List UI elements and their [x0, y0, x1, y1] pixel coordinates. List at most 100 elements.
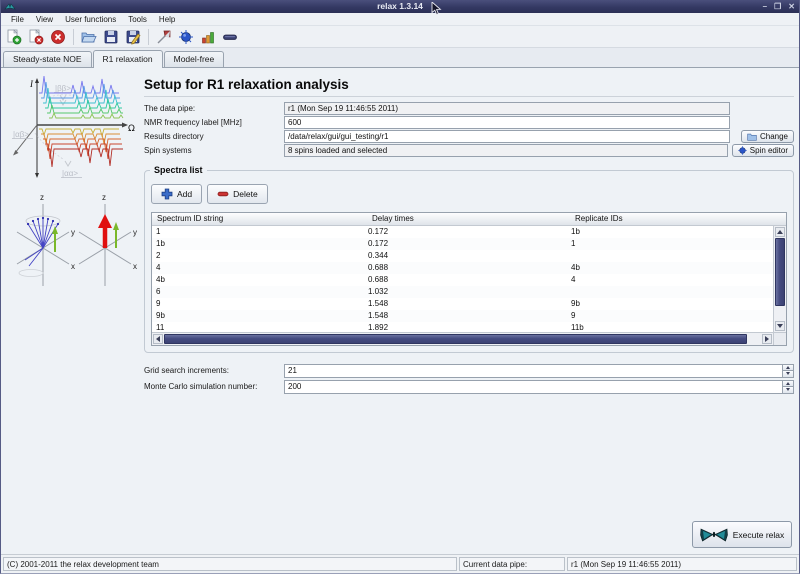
scroll-left-button[interactable]	[153, 334, 163, 344]
cell-delay-time[interactable]: 0.344	[364, 250, 567, 262]
data-pipe-label: The data pipe:	[144, 104, 284, 113]
cell-replicate-id[interactable]: 11b	[567, 322, 773, 332]
cell-replicate-id[interactable]: 1b	[567, 226, 773, 238]
spin-down-button[interactable]	[782, 387, 794, 394]
toolbar	[1, 26, 799, 48]
page-title: Setup for R1 relaxation analysis	[144, 77, 794, 97]
cell-replicate-id[interactable]: 4	[567, 274, 773, 286]
cell-delay-time[interactable]: 1.548	[364, 310, 567, 322]
cell-spectrum-id[interactable]: 1	[152, 226, 364, 238]
spin-viewer-icon[interactable]	[176, 27, 196, 47]
grid-search-input[interactable]	[284, 364, 782, 378]
results-directory-input[interactable]	[284, 130, 730, 143]
execute-relax-button[interactable]: Execute relax	[692, 521, 792, 548]
cell-delay-time[interactable]: 1.892	[364, 322, 567, 332]
cell-spectrum-id[interactable]: 4	[152, 262, 364, 274]
cell-spectrum-id[interactable]: 9b	[152, 310, 364, 322]
table-row[interactable]: 1 0.172 1b	[152, 226, 773, 238]
pipe-editor-icon[interactable]	[220, 27, 240, 47]
column-spectrum-id[interactable]: Spectrum ID string	[152, 213, 367, 225]
exit-icon[interactable]	[48, 27, 68, 47]
cell-replicate-id[interactable]	[567, 250, 773, 262]
table-row[interactable]: 9b 1.548 9	[152, 310, 773, 322]
sidebar: I Ω |ββ> |αβ> |αα>	[1, 68, 144, 554]
cell-replicate-id[interactable]: 1	[567, 238, 773, 250]
table-row[interactable]: 1b 0.172 1	[152, 238, 773, 250]
menu-user-functions[interactable]: User functions	[59, 13, 122, 26]
monte-carlo-input[interactable]	[284, 380, 782, 394]
cell-spectrum-id[interactable]: 6	[152, 286, 364, 298]
cell-delay-time[interactable]: 1.032	[364, 286, 567, 298]
grid-search-spinner[interactable]	[782, 364, 794, 378]
table-row[interactable]: 6 1.032	[152, 286, 773, 298]
cell-replicate-id[interactable]: 9b	[567, 298, 773, 310]
plus-icon	[161, 188, 173, 200]
spectra-table-header: Spectrum ID string Delay times Replicate…	[152, 213, 786, 226]
table-row[interactable]: 4b 0.688 4	[152, 274, 773, 286]
current-pipe-value: r1 (Mon Sep 19 11:46:55 2011)	[567, 557, 797, 571]
spectra-list-group: Spectra list Add Delete	[144, 170, 794, 353]
cell-delay-time[interactable]: 0.688	[364, 262, 567, 274]
cell-delay-time[interactable]: 0.688	[364, 274, 567, 286]
column-replicate-ids[interactable]: Replicate IDs	[570, 213, 786, 225]
axis-y-label: y	[71, 228, 75, 237]
cell-delay-time[interactable]: 0.172	[364, 226, 567, 238]
menu-tools[interactable]: Tools	[122, 13, 153, 26]
cell-replicate-id[interactable]: 9	[567, 310, 773, 322]
minimize-button[interactable]: –	[763, 0, 767, 13]
state-label-bb: |ββ>	[55, 84, 71, 93]
open-state-icon[interactable]	[79, 27, 99, 47]
tab-model-free[interactable]: Model-free	[164, 51, 225, 67]
delete-button[interactable]: Delete	[207, 184, 268, 204]
cell-spectrum-id[interactable]: 2	[152, 250, 364, 262]
menu-help[interactable]: Help	[153, 13, 181, 26]
close-button[interactable]: ✕	[788, 0, 795, 13]
cell-spectrum-id[interactable]: 4b	[152, 274, 364, 286]
scroll-right-button[interactable]	[762, 334, 772, 344]
table-row[interactable]: 9 1.548 9b	[152, 298, 773, 310]
save-as-icon[interactable]	[123, 27, 143, 47]
tab-steady-state-noe[interactable]: Steady-state NOE	[3, 51, 92, 67]
menubar: File View User functions Tools Help	[1, 13, 799, 26]
horizontal-scrollbar[interactable]	[152, 332, 773, 345]
relax-prompt-icon[interactable]	[154, 27, 174, 47]
spin-editor-button[interactable]: Spin editor	[732, 144, 794, 157]
horizontal-scroll-thumb[interactable]	[164, 334, 747, 344]
table-row[interactable]: 11 1.892 11b	[152, 322, 773, 332]
vertical-scroll-thumb[interactable]	[775, 238, 785, 306]
spin-down-button[interactable]	[782, 371, 794, 378]
add-button[interactable]: Add	[151, 184, 202, 204]
menu-file[interactable]: File	[5, 13, 30, 26]
cell-replicate-id[interactable]	[567, 286, 773, 298]
change-directory-button[interactable]: Change	[741, 130, 794, 143]
spin-up-button[interactable]	[782, 364, 794, 372]
cell-spectrum-id[interactable]: 1b	[152, 238, 364, 250]
vertical-scrollbar[interactable]	[773, 226, 786, 332]
titlebar[interactable]: relax 1.3.14 – ❐ ✕	[1, 0, 799, 13]
cell-spectrum-id[interactable]: 9	[152, 298, 364, 310]
monte-carlo-spinner[interactable]	[782, 380, 794, 394]
scroll-up-button[interactable]	[775, 227, 785, 237]
close-analysis-icon[interactable]	[26, 27, 46, 47]
cell-delay-time[interactable]: 1.548	[364, 298, 567, 310]
cell-replicate-id[interactable]: 4b	[567, 262, 773, 274]
nmr-frequency-label: NMR frequency label [MHz]	[144, 118, 284, 127]
spectra-table-body: 1 0.172 1b 1b 0.172 1 2 0.344 4 0.688 4b…	[152, 226, 773, 332]
table-row[interactable]: 2 0.344	[152, 250, 773, 262]
tab-r1-relaxation[interactable]: R1 relaxation	[93, 50, 163, 68]
axis-x-label: x	[71, 262, 75, 271]
menu-view[interactable]: View	[30, 13, 59, 26]
new-analysis-icon[interactable]	[4, 27, 24, 47]
table-row[interactable]: 4 0.688 4b	[152, 262, 773, 274]
column-delay-times[interactable]: Delay times	[367, 213, 570, 225]
results-viewer-icon[interactable]	[198, 27, 218, 47]
save-state-icon[interactable]	[101, 27, 121, 47]
nmr-frequency-input[interactable]	[284, 116, 730, 129]
spin-up-button[interactable]	[782, 380, 794, 388]
cell-spectrum-id[interactable]: 11	[152, 322, 364, 332]
maximize-button[interactable]: ❐	[774, 0, 781, 13]
grid-search-label: Grid search increments:	[144, 366, 284, 375]
cell-delay-time[interactable]: 0.172	[364, 238, 567, 250]
spectra-list-title: Spectra list	[150, 165, 207, 175]
scroll-down-button[interactable]	[775, 321, 785, 331]
